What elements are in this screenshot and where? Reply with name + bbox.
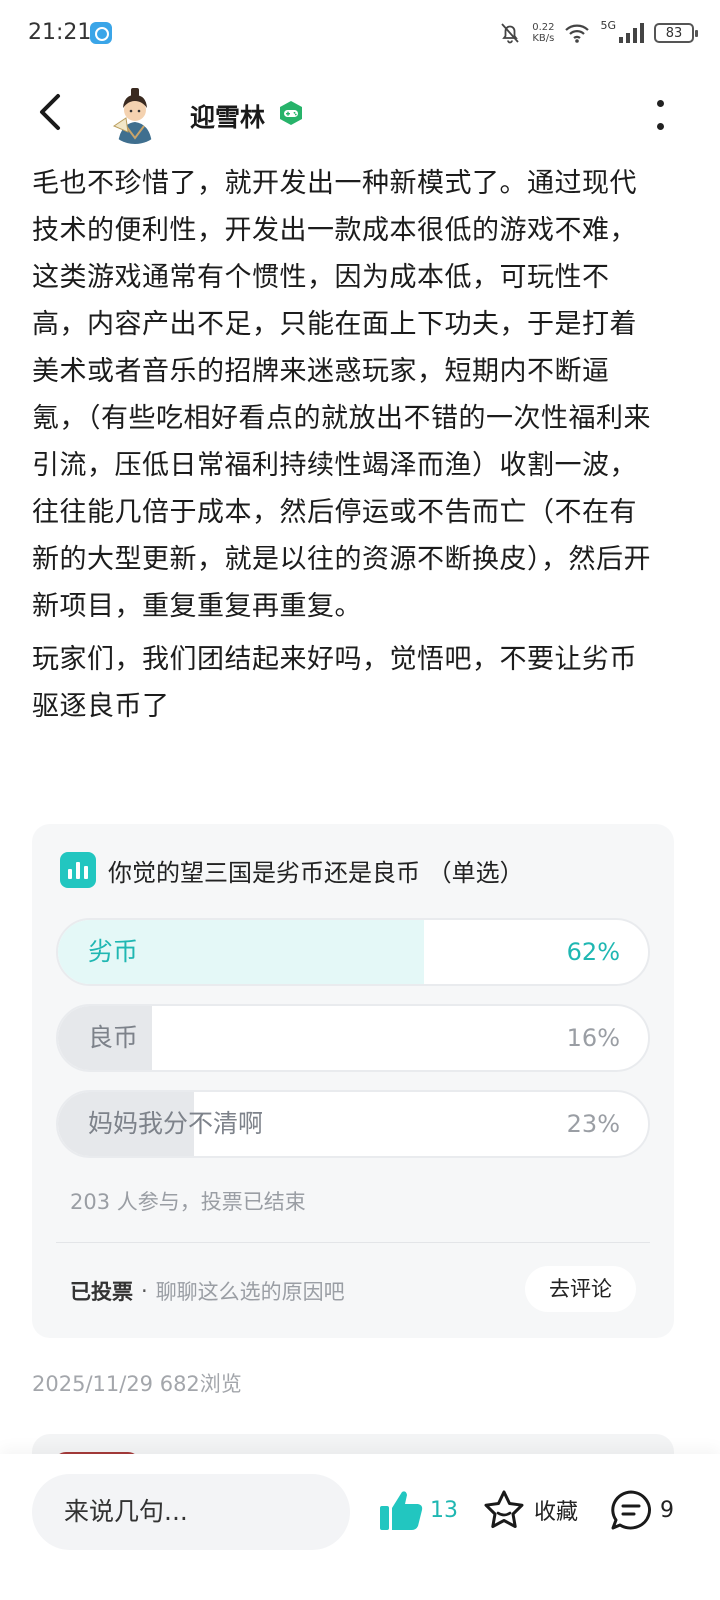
- poll-option[interactable]: 劣币 62%: [56, 918, 650, 986]
- like-button[interactable]: 13: [378, 1488, 458, 1532]
- go-comment-button[interactable]: 去评论: [525, 1266, 636, 1312]
- thumbs-up-icon: [380, 1491, 423, 1530]
- more-options-button[interactable]: [652, 98, 668, 132]
- back-arrow-icon: [40, 94, 60, 130]
- poll-option-label: 妈妈我分不清啊: [88, 1109, 264, 1138]
- poll-option[interactable]: 良币 16%: [56, 1004, 650, 1072]
- poll-participation: 203 人参与，投票已结束: [70, 1190, 306, 1214]
- signal-icon: [619, 23, 644, 43]
- status-time: 21:21: [28, 20, 92, 45]
- poll-option-label: 良币: [88, 1023, 139, 1052]
- battery-indicator: 83: [654, 23, 698, 43]
- poll-footer: 已投票 · 聊聊这么选的原因吧: [70, 1276, 345, 1306]
- reason-prompt[interactable]: 聊聊这么选的原因吧: [156, 1276, 345, 1306]
- mute-bell-icon: [501, 23, 519, 44]
- poll-header: 你觉的望三国是劣币还是良币 （单选）: [60, 852, 524, 888]
- voted-status: 已投票: [70, 1280, 133, 1304]
- wifi-icon: [565, 24, 590, 43]
- like-count: 13: [430, 1497, 458, 1523]
- status-right: 0.22 KB/s 5G 83: [498, 18, 698, 48]
- post-paragraph: 玩家们，我们团结起来好吗，觉悟吧，不要让劣币驱逐良币了: [32, 644, 637, 722]
- post-date-views: 2025/11/29 682浏览: [32, 1372, 242, 1396]
- post-header: 迎雪林: [0, 78, 720, 152]
- net-speed: 0.22 KB/s: [532, 22, 554, 44]
- poll-option-percent: 16%: [566, 1024, 620, 1052]
- author-name[interactable]: 迎雪林: [190, 98, 265, 134]
- author-avatar[interactable]: [104, 82, 166, 144]
- comment-input[interactable]: 来说几句...: [32, 1474, 350, 1550]
- comments-button[interactable]: 9: [608, 1488, 674, 1532]
- poll-option-percent: 62%: [566, 938, 620, 966]
- more-icon-dot: [656, 123, 664, 130]
- poll-option-label: 劣币: [88, 937, 139, 966]
- network-type: 5G: [600, 18, 616, 32]
- divider: [56, 1242, 650, 1243]
- net-speed-unit: KB/s: [532, 33, 555, 44]
- post-body: 毛也不珍惜了，就开发出一种新模式了。通过现代技术的便利性，开发出一款成本很低的游…: [32, 160, 662, 736]
- app-notification-icon: [90, 22, 112, 44]
- net-speed-value: 0.22: [532, 22, 555, 33]
- separator: ·: [141, 1279, 148, 1303]
- poll-title: 你觉的望三国是劣币还是良币 （单选）: [108, 858, 524, 887]
- favorite-label: 收藏: [534, 1500, 579, 1525]
- post-paragraph: 毛也不珍惜了，就开发出一种新模式了。通过现代技术的便利性，开发出一款成本很低的游…: [32, 168, 651, 622]
- more-icon: [656, 100, 664, 107]
- poll-card: 你觉的望三国是劣币还是良币 （单选） 劣币 62% 良币 16% 妈妈我分不清啊…: [32, 824, 674, 1338]
- game-controller-icon: [280, 101, 302, 125]
- comment-bubble-icon: [611, 1490, 651, 1530]
- status-bar: 21:21 0.22 KB/s 5G 83: [0, 0, 720, 68]
- back-button[interactable]: [30, 90, 74, 134]
- favorite-button[interactable]: 收藏: [482, 1488, 578, 1532]
- poll-option[interactable]: 妈妈我分不清啊 23%: [56, 1090, 650, 1158]
- comment-count: 9: [660, 1497, 674, 1523]
- star-icon: [484, 1490, 524, 1528]
- battery-level: 83: [665, 25, 683, 41]
- bar-chart-icon: [60, 852, 96, 888]
- bottom-action-bar: 来说几句... 13 收藏 9: [0, 1454, 720, 1600]
- poll-option-percent: 23%: [566, 1110, 620, 1138]
